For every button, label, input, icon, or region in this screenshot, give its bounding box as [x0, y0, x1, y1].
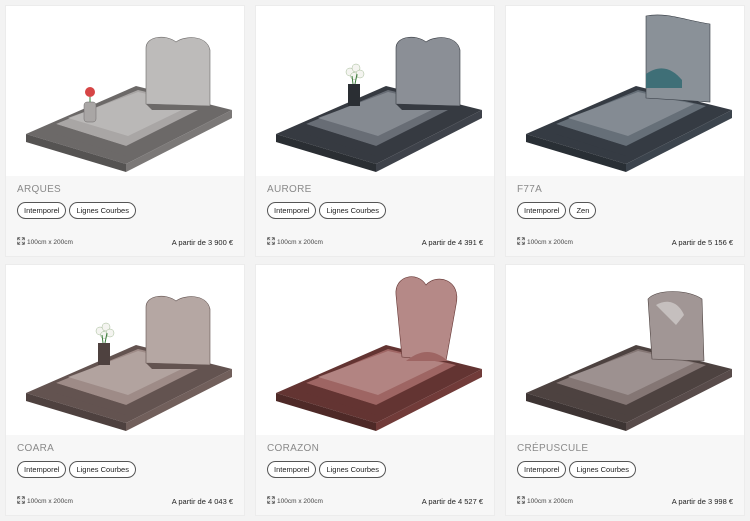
- tag: Lignes Courbes: [319, 202, 386, 219]
- card-footer: 100cm x 200cm A partir de 5 156 €: [517, 237, 733, 247]
- tag: Intemporel: [17, 202, 67, 219]
- tag-list: Intemporel Zen: [517, 202, 597, 219]
- monument-image[interactable]: [506, 6, 744, 176]
- dimensions-label: 100cm x 200cm: [27, 497, 73, 505]
- dimensions: 100cm x 200cm: [517, 496, 573, 506]
- expand-icon: [17, 237, 25, 247]
- product-name[interactable]: ARQUES: [17, 184, 61, 195]
- card-footer: 100cm x 200cm A partir de 4 043 €: [17, 496, 233, 506]
- dimensions: 100cm x 200cm: [17, 496, 73, 506]
- expand-icon: [517, 496, 525, 506]
- tag: Intemporel: [517, 202, 567, 219]
- product-name[interactable]: CORAZON: [267, 443, 319, 454]
- tag: Intemporel: [517, 461, 567, 478]
- tag: Lignes Courbes: [69, 461, 136, 478]
- product-card[interactable]: CRÉPUSCULE Intemporel Lignes Courbes 100…: [506, 265, 744, 515]
- dimensions-label: 100cm x 200cm: [277, 497, 323, 505]
- tag: Lignes Courbes: [319, 461, 386, 478]
- product-name[interactable]: CRÉPUSCULE: [517, 443, 588, 454]
- price-label: A partir de 5 156 €: [671, 237, 733, 247]
- product-card[interactable]: COARA Intemporel Lignes Courbes 100cm x …: [6, 265, 244, 515]
- dimensions: 100cm x 200cm: [517, 237, 573, 247]
- monument-image[interactable]: [256, 265, 494, 435]
- dimensions: 100cm x 200cm: [267, 237, 323, 247]
- product-card[interactable]: F77A Intemporel Zen 100cm x 200cm A part…: [506, 6, 744, 256]
- price-label: A partir de 4 043 €: [171, 496, 233, 506]
- tag-list: Intemporel Lignes Courbes: [517, 461, 636, 478]
- price-label: A partir de 4 527 €: [421, 496, 483, 506]
- price-label: A partir de 3 900 €: [171, 237, 233, 247]
- product-grid: ARQUES Intemporel Lignes Courbes 100cm x…: [0, 0, 750, 521]
- dimensions-label: 100cm x 200cm: [527, 497, 573, 505]
- expand-icon: [267, 496, 275, 506]
- monument-image[interactable]: [256, 6, 494, 176]
- dimensions: 100cm x 200cm: [267, 496, 323, 506]
- card-footer: 100cm x 200cm A partir de 4 391 €: [267, 237, 483, 247]
- tag-list: Intemporel Lignes Courbes: [17, 461, 136, 478]
- card-footer: 100cm x 200cm A partir de 3 998 €: [517, 496, 733, 506]
- product-name[interactable]: COARA: [17, 443, 54, 454]
- price-label: A partir de 4 391 €: [421, 237, 483, 247]
- dimensions-label: 100cm x 200cm: [527, 238, 573, 246]
- dimensions-label: 100cm x 200cm: [277, 238, 323, 246]
- monument-image[interactable]: [506, 265, 744, 435]
- tag-list: Intemporel Lignes Courbes: [267, 461, 386, 478]
- product-card[interactable]: ARQUES Intemporel Lignes Courbes 100cm x…: [6, 6, 244, 256]
- monument-image[interactable]: [6, 265, 244, 435]
- product-name[interactable]: AURORE: [267, 184, 312, 195]
- monument-image[interactable]: [6, 6, 244, 176]
- dimensions: 100cm x 200cm: [17, 237, 73, 247]
- tag: Lignes Courbes: [69, 202, 136, 219]
- card-footer: 100cm x 200cm A partir de 3 900 €: [17, 237, 233, 247]
- tag: Zen: [569, 202, 597, 219]
- price-label: A partir de 3 998 €: [671, 496, 733, 506]
- tag-list: Intemporel Lignes Courbes: [267, 202, 386, 219]
- tag: Intemporel: [267, 202, 317, 219]
- card-footer: 100cm x 200cm A partir de 4 527 €: [267, 496, 483, 506]
- tag-list: Intemporel Lignes Courbes: [17, 202, 136, 219]
- product-card[interactable]: AURORE Intemporel Lignes Courbes 100cm x…: [256, 6, 494, 256]
- expand-icon: [17, 496, 25, 506]
- expand-icon: [517, 237, 525, 247]
- expand-icon: [267, 237, 275, 247]
- tag: Lignes Courbes: [569, 461, 636, 478]
- dimensions-label: 100cm x 200cm: [27, 238, 73, 246]
- tag: Intemporel: [17, 461, 67, 478]
- product-name[interactable]: F77A: [517, 184, 542, 195]
- product-card[interactable]: CORAZON Intemporel Lignes Courbes 100cm …: [256, 265, 494, 515]
- tag: Intemporel: [267, 461, 317, 478]
